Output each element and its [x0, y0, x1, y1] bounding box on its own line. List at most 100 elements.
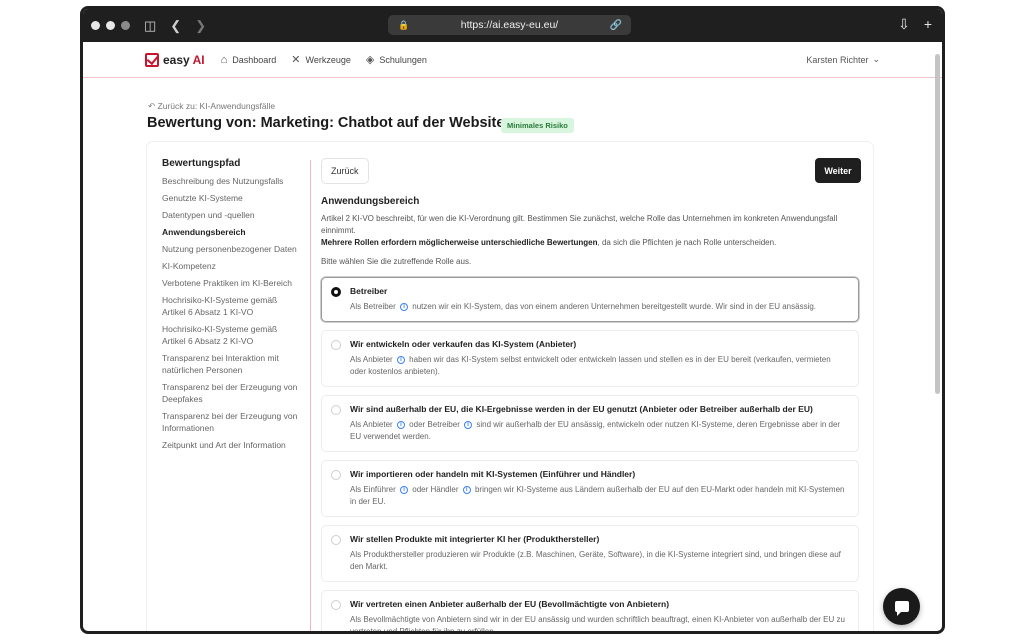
logo-text: easy	[163, 52, 190, 67]
option-title: Wir sind außerhalb der EU, die KI-Ergebn…	[350, 404, 813, 414]
sidebar-item[interactable]: Transparenz bei der Erzeugung von Deepfa…	[162, 381, 302, 405]
sidebar-item[interactable]: Beschreibung des Nutzungsfalls	[162, 175, 302, 187]
vertical-divider	[310, 160, 311, 631]
option-desc-a: Als Anbieter	[350, 355, 393, 364]
option-desc-a: Als Anbieter	[350, 420, 393, 429]
nav-werkzeuge[interactable]: ✕ Werkzeuge	[291, 53, 351, 66]
sidebar-icon[interactable]: ◫	[144, 19, 156, 32]
download-icon[interactable]: ⇩	[898, 16, 910, 33]
return-arrow-icon: ↶	[148, 101, 156, 111]
logo-check-icon	[145, 52, 159, 67]
role-option-anbieter[interactable]: Wir entwickeln oder verkaufen das KI-Sys…	[321, 330, 859, 387]
option-title: Wir entwickeln oder verkaufen das KI-Sys…	[350, 339, 577, 349]
minimize-window-icon[interactable]	[106, 21, 115, 30]
forward-arrow-icon[interactable]: ❯	[195, 19, 206, 32]
sidebar-item[interactable]: Verbotene Praktiken im KI-Bereich	[162, 277, 302, 289]
option-desc-b: nutzen wir ein KI-System, das von einem …	[412, 302, 817, 311]
info-icon[interactable]: i	[396, 356, 405, 364]
nav-label: Dashboard	[232, 54, 277, 65]
page-scrollbar[interactable]	[935, 54, 940, 394]
option-title: Wir stellen Produkte mit integrierter KI…	[350, 534, 600, 544]
back-arrow-icon[interactable]: ❮	[170, 19, 181, 32]
option-desc: Als Anbieter i oder Betreiber i sind wir…	[350, 419, 848, 443]
back-link-label: Zurück zu: KI-Anwendungsfälle	[157, 101, 276, 111]
role-option-manufacturer[interactable]: Wir stellen Produkte mit integrierter KI…	[321, 525, 859, 582]
option-desc-a: Als Betreiber	[350, 302, 396, 311]
role-option-outside-eu[interactable]: Wir sind außerhalb der EU, die KI-Ergebn…	[321, 395, 859, 452]
nav-label: Schulungen	[379, 54, 427, 65]
option-desc-mid: oder Betreiber	[409, 420, 460, 429]
radio-selected-icon[interactable]	[331, 287, 341, 297]
share-icon[interactable]: 🔗	[610, 20, 622, 31]
radio-icon[interactable]	[331, 405, 341, 415]
risk-badge: Minimales Risiko	[501, 118, 574, 133]
option-desc-mid: oder Händler	[412, 485, 459, 494]
home-icon: ⌂	[220, 53, 228, 66]
sidebar-item[interactable]: Zeitpunkt und Art der Information	[162, 439, 302, 451]
next-button[interactable]: Weiter	[815, 158, 861, 183]
nav-dashboard[interactable]: ⌂ Dashboard	[221, 54, 277, 66]
role-option-importer[interactable]: Wir importieren oder handeln mit KI-Syst…	[321, 460, 859, 517]
sidebar-title: Bewertungspfad	[162, 158, 241, 169]
assessment-path: Bewertungspfad Beschreibung des Nutzungs…	[162, 158, 302, 456]
intro-line-2: , da sich die Pflichten je nach Rolle un…	[597, 238, 777, 247]
chevron-down-icon: ⌄	[872, 54, 880, 64]
intro-line-1: Artikel 2 KI-VO beschreibt, für wen die …	[321, 214, 838, 235]
window-controls	[91, 21, 130, 30]
browser-window: ◫ ❮ ❯ 🔒 https://ai.easy-eu.eu/ 🔗 ⇩ + eas…	[80, 6, 945, 634]
intro-text: Artikel 2 KI-VO beschreibt, für wen die …	[321, 213, 861, 249]
chat-button[interactable]	[883, 588, 920, 625]
back-link[interactable]: ↶ Zurück zu: KI-Anwendungsfälle	[148, 101, 275, 112]
page-content: ↶ Zurück zu: KI-Anwendungsfälle Bewertun…	[83, 78, 935, 634]
sidebar-item[interactable]: Genutzte KI-Systeme	[162, 192, 302, 204]
back-button[interactable]: Zurück	[321, 158, 369, 184]
nav-label: Werkzeuge	[305, 54, 351, 65]
info-icon[interactable]: i	[464, 421, 473, 429]
radio-icon[interactable]	[331, 340, 341, 350]
option-desc: Als Betreiber i nutzen wir ein KI-System…	[350, 301, 848, 313]
sidebar-item-active[interactable]: Anwendungsbereich	[162, 226, 302, 238]
new-tab-icon[interactable]: +	[924, 16, 932, 33]
logo-ai-text: AI	[192, 52, 205, 67]
info-icon[interactable]: i	[400, 486, 409, 494]
address-bar[interactable]: 🔒 https://ai.easy-eu.eu/ 🔗	[388, 15, 631, 35]
choose-role-hint: Bitte wählen Sie die zutreffende Rolle a…	[321, 257, 472, 266]
intro-bold: Mehrere Rollen erfordern möglicherweise …	[321, 238, 598, 247]
sidebar-item[interactable]: Nutzung personenbezogener Daten	[162, 243, 302, 255]
info-icon[interactable]: i	[462, 486, 471, 494]
radio-icon[interactable]	[331, 470, 341, 480]
sidebar-item[interactable]: Hochrisiko-KI-Systeme gemäß Artikel 6 Ab…	[162, 294, 302, 318]
option-desc-b: haben wir das KI-System selbst entwickel…	[350, 355, 831, 376]
option-desc-a: Als Einführer	[350, 485, 396, 494]
logo[interactable]: easy AI	[145, 52, 205, 67]
role-option-representative[interactable]: Wir vertreten einen Anbieter außerhalb d…	[321, 590, 859, 634]
radio-icon[interactable]	[331, 600, 341, 610]
option-desc: Als Einführer i oder Händler i bringen w…	[350, 484, 848, 508]
graduation-cap-icon: ◈	[365, 54, 375, 66]
close-window-icon[interactable]	[91, 21, 100, 30]
url-text: https://ai.easy-eu.eu/	[460, 19, 559, 31]
option-desc: Als Bevollmächtigte von Anbietern sind w…	[350, 615, 845, 634]
page-title: Bewertung von: Marketing: Chatbot auf de…	[147, 115, 505, 131]
nav-schulungen[interactable]: ◈ Schulungen	[366, 53, 427, 66]
info-icon[interactable]: i	[400, 303, 409, 311]
role-option-betreiber[interactable]: Betreiber Als Betreiber i nutzen wir ein…	[321, 277, 859, 322]
section-title: Anwendungsbereich	[321, 196, 420, 207]
option-title: Wir importieren oder handeln mit KI-Syst…	[350, 469, 636, 479]
sidebar-item[interactable]: Transparenz bei Interaktion mit natürlic…	[162, 352, 302, 376]
option-title: Wir vertreten einen Anbieter außerhalb d…	[350, 599, 670, 609]
info-icon[interactable]: i	[396, 421, 405, 429]
browser-chrome: ◫ ❮ ❯ 🔒 https://ai.easy-eu.eu/ 🔗 ⇩ +	[83, 9, 942, 42]
user-menu[interactable]: Karsten Richter ⌄	[806, 54, 880, 65]
user-name: Karsten Richter	[806, 54, 869, 65]
option-title: Betreiber	[350, 286, 388, 296]
assessment-card: Bewertungspfad Beschreibung des Nutzungs…	[147, 142, 873, 634]
sidebar-item[interactable]: Datentypen und -quellen	[162, 209, 302, 221]
sidebar-item[interactable]: Transparenz bei der Erzeugung von Inform…	[162, 410, 302, 434]
sidebar-item[interactable]: KI-Kompetenz	[162, 260, 302, 272]
maximize-window-icon[interactable]	[121, 21, 130, 30]
option-desc: Als Anbieter i haben wir das KI-System s…	[350, 354, 848, 378]
radio-icon[interactable]	[331, 535, 341, 545]
chat-bubble-icon	[894, 601, 909, 616]
sidebar-item[interactable]: Hochrisiko-KI-Systeme gemäß Artikel 6 Ab…	[162, 323, 302, 347]
